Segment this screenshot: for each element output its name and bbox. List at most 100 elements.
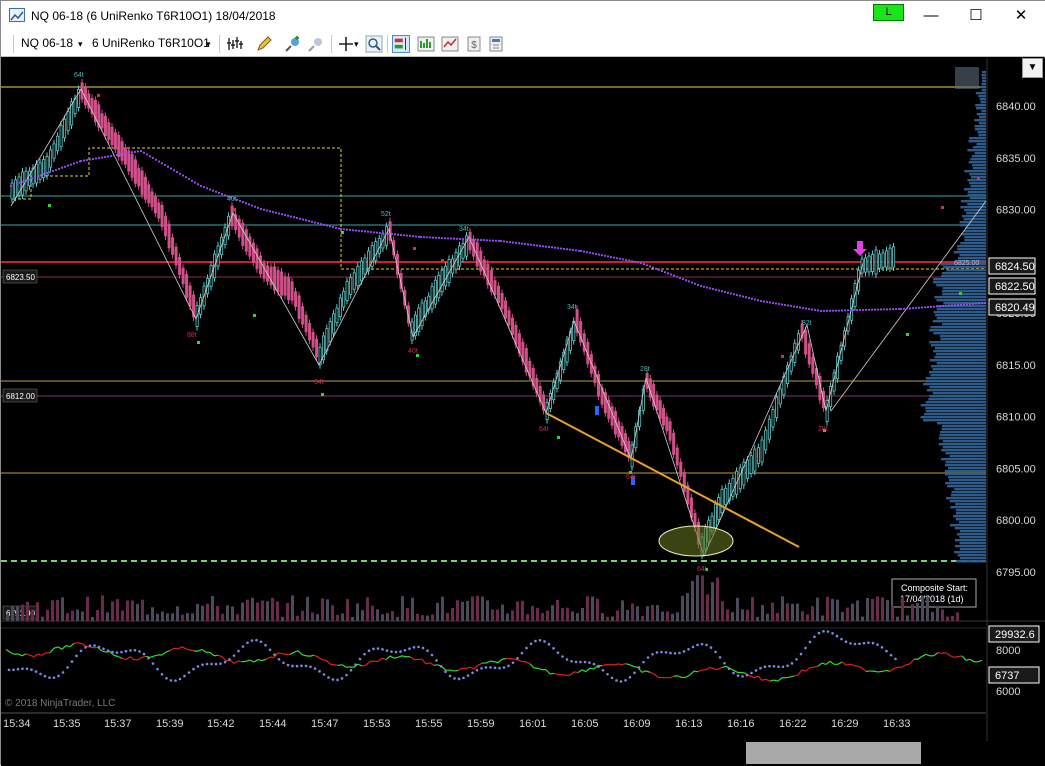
bar-type-icon[interactable] xyxy=(226,35,244,53)
indicator-dot xyxy=(813,635,816,638)
volume-bar xyxy=(476,596,479,621)
chart-trader-icon[interactable] xyxy=(392,35,410,53)
indicator-line-segment xyxy=(950,656,954,658)
volume-profile-bar xyxy=(929,329,986,331)
chart-menu-dropdown-icon[interactable]: ▼ xyxy=(1022,58,1043,78)
volume-profile-bar xyxy=(948,476,986,478)
indicator-dot xyxy=(494,667,497,670)
indicator-line-segment xyxy=(858,666,862,668)
level-label: 6825.00 xyxy=(954,260,979,267)
indicator-line-segment xyxy=(174,648,178,649)
volume-bar xyxy=(471,597,474,621)
add-indicator-icon[interactable] xyxy=(284,35,302,53)
price-chart-canvas[interactable]: 64t40t52t34t34t28t82t88t40t64t64t64t64t2… xyxy=(1,58,1045,741)
vwap-dot xyxy=(595,253,597,255)
vwap-dot xyxy=(465,238,467,240)
drawing-tool-icon[interactable] xyxy=(255,35,273,53)
vwap-dot xyxy=(92,158,94,160)
vwap-dot xyxy=(170,167,172,169)
vwap-dot xyxy=(939,305,941,307)
volume-bar xyxy=(816,598,819,621)
indicator-line-segment xyxy=(142,656,146,657)
volume-profile-bar xyxy=(972,155,986,157)
indicator-line-segment xyxy=(138,657,142,659)
vwap-dot xyxy=(948,305,950,307)
indicator-line-segment xyxy=(734,671,738,673)
volume-bar xyxy=(691,581,694,621)
volume-bar xyxy=(726,609,729,621)
remove-tool-icon[interactable] xyxy=(307,35,325,53)
volume-profile-bar xyxy=(961,200,986,202)
volume-bar xyxy=(186,613,189,621)
interval-selector[interactable]: 6 UniRenko T6R10O1 xyxy=(92,36,210,50)
indicator-line-segment xyxy=(614,664,618,665)
volume-bar xyxy=(236,614,239,621)
close-button[interactable]: ✕ xyxy=(1006,5,1036,27)
indicator-line-segment xyxy=(918,656,922,659)
indicator-dot xyxy=(606,673,609,676)
horizontal-scrollbar[interactable] xyxy=(1,741,1045,766)
vwap-dot xyxy=(80,160,82,162)
vwap-dot xyxy=(55,169,57,171)
chart-panel[interactable]: 64t40t52t34t34t28t82t88t40t64t64t64t64t2… xyxy=(1,58,1045,741)
volume-profile-bar xyxy=(940,431,986,433)
connection-status-indicator[interactable]: L xyxy=(873,4,904,21)
vwap-dot xyxy=(343,228,345,230)
vwap-dot xyxy=(829,310,831,312)
indicator-line-segment xyxy=(258,660,262,661)
maximize-button[interactable]: ☐ xyxy=(961,5,991,27)
price-marker-label: 6820.49 xyxy=(995,302,1035,314)
vwap-dot xyxy=(503,240,505,242)
vwap-dot xyxy=(70,163,72,165)
vwap-dot xyxy=(122,153,124,155)
vwap-dot xyxy=(224,194,226,196)
indicator-dot xyxy=(98,646,101,649)
vwap-dot xyxy=(403,234,405,236)
indicator-dot xyxy=(705,644,708,647)
indicator-line-segment xyxy=(366,661,370,665)
scrollbar-thumb[interactable] xyxy=(746,742,921,764)
volume-profile-bar xyxy=(921,416,986,418)
vwap-dot xyxy=(16,183,18,185)
vwap-dot xyxy=(646,264,648,266)
vwap-dot xyxy=(332,226,334,228)
volume-bar xyxy=(326,599,329,621)
vwap-dot xyxy=(269,210,271,212)
interval-chevron-icon[interactable]: ▾ xyxy=(206,39,211,50)
price-bar xyxy=(501,293,503,308)
volume-profile-bar xyxy=(930,359,986,361)
price-bar xyxy=(295,292,297,307)
instrument-chevron-icon[interactable]: ▾ xyxy=(78,39,83,50)
indicator-dot xyxy=(390,650,393,653)
price-bar xyxy=(339,298,341,317)
vwap-dot xyxy=(143,152,145,154)
minimize-button[interactable]: — xyxy=(916,5,946,27)
title-bar[interactable]: NQ 06-18 (6 UniRenko T6R10O1) 18/04/2018… xyxy=(1,1,1045,31)
indicators-icon[interactable] xyxy=(441,35,459,53)
indicator-line-segment xyxy=(118,656,122,658)
crosshair-chevron-icon[interactable]: ▾ xyxy=(354,39,359,50)
indicator-dot xyxy=(120,651,123,654)
vwap-dot xyxy=(539,245,541,247)
indicator-dot xyxy=(404,649,407,652)
indicator-dot xyxy=(629,676,632,679)
crosshair-icon[interactable] xyxy=(337,35,355,53)
volume-bar xyxy=(801,611,804,621)
vwap-dot xyxy=(486,239,488,241)
strategies-icon[interactable] xyxy=(417,35,435,53)
templates-icon[interactable]: $ xyxy=(465,35,483,53)
indicator-dot xyxy=(575,661,578,664)
zoom-icon[interactable] xyxy=(365,35,383,53)
indicator-dot xyxy=(489,666,492,669)
price-bar xyxy=(805,331,807,355)
volume-profile-bar xyxy=(939,437,986,439)
instrument-selector[interactable]: NQ 06-18 xyxy=(21,36,73,50)
indicator-dot xyxy=(723,662,726,665)
volume-profile-bar xyxy=(928,398,986,400)
indicator-dot xyxy=(53,676,56,679)
properties-icon[interactable] xyxy=(487,35,505,53)
price-bar xyxy=(245,230,247,251)
sell-arrow-icon xyxy=(853,241,867,256)
indicator-line-segment xyxy=(978,660,982,661)
indicator-dot xyxy=(669,652,672,655)
